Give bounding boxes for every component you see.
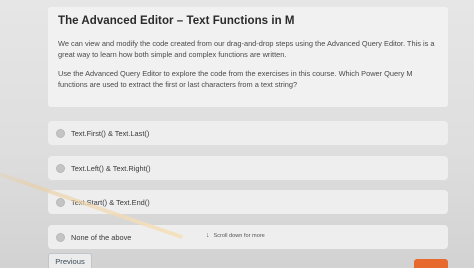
arrow-down-icon: ↓ [206, 232, 210, 239]
question-intro: We can view and modify the code created … [58, 39, 435, 59]
answer-option-label: None of the above [71, 232, 132, 242]
quiz-page: The Advanced Editor – Text Functions in … [0, 0, 474, 268]
radio-button[interactable] [56, 163, 65, 173]
answer-option-1[interactable]: Text.First() & Text.Last() [48, 121, 448, 145]
radio-button[interactable] [56, 232, 65, 242]
answer-option-2[interactable]: Text.Left() & Text.Right() [48, 156, 448, 180]
scroll-hint[interactable]: ↓ Scroll down for more [206, 232, 265, 239]
question-title: The Advanced Editor – Text Functions in … [58, 15, 295, 27]
answer-option-label: Text.Left() & Text.Right() [71, 163, 151, 173]
scroll-hint-text: Scroll down for more [213, 232, 265, 239]
next-button[interactable] [414, 259, 448, 268]
answer-option-label: Text.First() & Text.Last() [71, 128, 150, 138]
previous-button[interactable]: Previous [48, 253, 92, 268]
question-prompt: Use the Advanced Query Editor to explore… [58, 69, 413, 89]
radio-button[interactable] [56, 197, 65, 207]
question-card: The Advanced Editor – Text Functions in … [48, 7, 448, 107]
radio-button[interactable] [56, 128, 65, 138]
